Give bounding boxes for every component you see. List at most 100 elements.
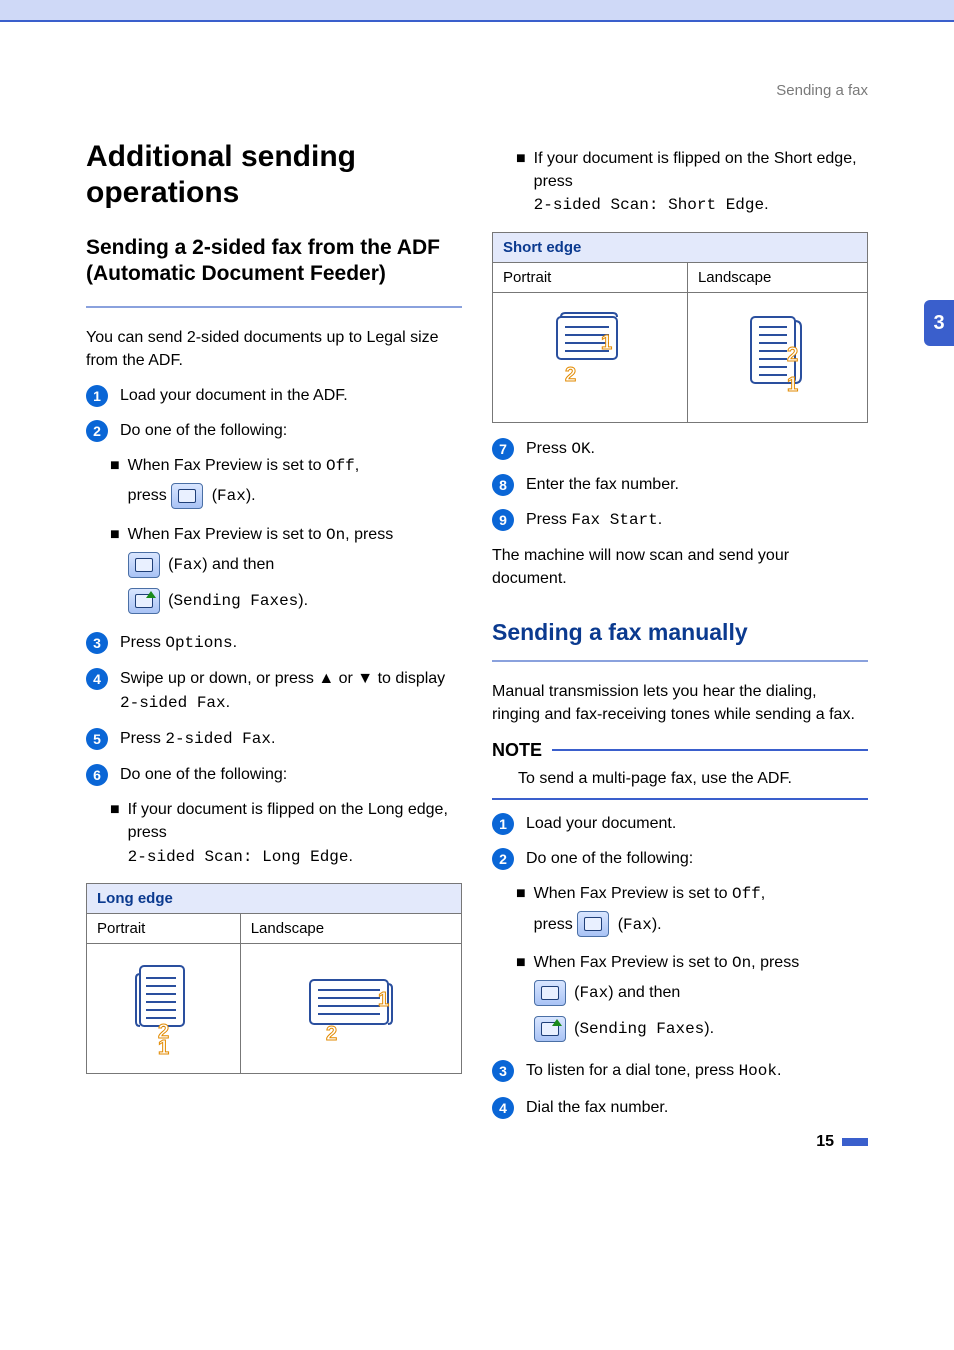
svg-text:2: 2: [326, 1023, 337, 1045]
sec2-step3-pre: To listen for a dial tone, press: [526, 1062, 739, 1079]
step2-bullet-b: ■ When Fax Preview is set to On, press (…: [110, 523, 462, 620]
step6-bullet-b: ■ If your document is flipped on the Sho…: [516, 147, 868, 218]
step-7: 7 Press OK.: [492, 437, 868, 461]
s2a-post: ,: [355, 457, 359, 474]
step-badge-7: 7: [492, 438, 514, 460]
step9-mono: Fax Start: [571, 511, 657, 529]
step-1-text: Load your document in the ADF.: [120, 384, 462, 407]
step3-pre: Press: [120, 634, 165, 651]
sec2-s2a-press: press: [534, 916, 578, 933]
running-header: Sending a fax: [86, 82, 868, 99]
step-badge-1: 1: [492, 813, 514, 835]
long-edge-portrait-diagram: 2 1: [87, 943, 241, 1073]
note-rule-bottom: [492, 798, 868, 800]
s6a-text: If your document is flipped on the Long …: [128, 801, 448, 841]
left-column: Additional sending operations Sending a …: [86, 139, 462, 1131]
step-badge-5: 5: [86, 728, 108, 750]
down-arrow-icon: ▼: [357, 670, 373, 687]
page-number: 15: [816, 1133, 834, 1151]
sec2-step3-mono: Hook: [739, 1062, 777, 1080]
sec2-s2b-send: Sending Faxes: [579, 1020, 704, 1038]
sec2-s2b-on: On: [732, 954, 751, 972]
s2a-fax: Fax: [217, 487, 246, 505]
sec2-s2a-fax: Fax: [623, 916, 652, 934]
step-badge-1: 1: [86, 385, 108, 407]
step4-mono: 2-sided Fax: [120, 694, 226, 712]
up-arrow-icon: ▲: [318, 670, 334, 687]
step-badge-9: 9: [492, 509, 514, 531]
step-badge-4: 4: [492, 1097, 514, 1119]
svg-text:1: 1: [378, 989, 389, 1011]
sec2-s2b-post: , press: [751, 954, 799, 971]
s2b-post: , press: [345, 526, 393, 543]
sec2-s2b-pre: When Fax Preview is set to: [534, 954, 732, 971]
section2-rule: [492, 660, 868, 662]
step-1: 1 Load your document in the ADF.: [86, 384, 462, 407]
step4-b: to display: [373, 670, 445, 687]
fax-icon: [171, 483, 203, 509]
section1-rule: [86, 306, 462, 308]
svg-text:1: 1: [787, 374, 798, 396]
fax-icon: [534, 980, 566, 1006]
step-badge-4: 4: [86, 668, 108, 690]
long-edge-col1: Portrait: [87, 913, 241, 943]
window-top-band: [0, 0, 954, 20]
square-bullet-icon: ■: [516, 147, 526, 218]
s2a-pre: When Fax Preview is set to: [128, 457, 326, 474]
step7-pre: Press: [526, 440, 571, 457]
sec2-step-4: 4 Dial the fax number.: [492, 1096, 868, 1119]
step7-mono: OK: [571, 440, 590, 458]
sec2-step4-text: Dial the fax number.: [526, 1096, 868, 1119]
svg-text:2: 2: [787, 344, 798, 366]
step-6: 6 Do one of the following:: [86, 763, 462, 786]
short-edge-col2: Landscape: [687, 262, 867, 292]
step9-pre: Press: [526, 511, 571, 528]
step-6-text: Do one of the following:: [120, 763, 462, 786]
fax-icon: [577, 911, 609, 937]
sec2-s2b-fax: Fax: [579, 984, 608, 1002]
section2-intro: Manual transmission lets you hear the di…: [492, 680, 868, 726]
step-3: 3 Press Options.: [86, 631, 462, 655]
section1-intro: You can send 2-sided documents up to Leg…: [86, 326, 462, 372]
step6-bullet-a: ■ If your document is flipped on the Lon…: [110, 798, 462, 869]
s6a-mono: 2-sided Scan: Long Edge: [128, 848, 349, 866]
s6b-mono: 2-sided Scan: Short Edge: [534, 196, 764, 214]
long-edge-landscape-diagram: 1 2: [240, 943, 461, 1073]
svg-text:2: 2: [565, 364, 576, 386]
long-edge-caption: Long edge: [87, 883, 462, 913]
note-label: NOTE: [492, 740, 542, 761]
step5-mono: 2-sided Fax: [165, 730, 271, 748]
step2-bullet-a: ■ When Fax Preview is set to Off, press …: [110, 454, 462, 514]
section1-title: Sending a 2-sided fax from the ADF (Auto…: [86, 235, 462, 288]
step-badge-2: 2: [492, 848, 514, 870]
short-edge-col1: Portrait: [493, 262, 688, 292]
step-9: 9 Press Fax Start.: [492, 508, 868, 532]
step-5: 5 Press 2-sided Fax.: [86, 727, 462, 751]
svg-text:1: 1: [158, 1037, 169, 1056]
sec2-step1-text: Load your document.: [526, 812, 868, 835]
step-badge-3: 3: [492, 1060, 514, 1082]
sending-faxes-icon: [128, 588, 160, 614]
sec2-s2a-pre: When Fax Preview is set to: [534, 885, 732, 902]
s2a-off: Off: [326, 457, 355, 475]
sec2-s2a-off: Off: [732, 885, 761, 903]
square-bullet-icon: ■: [110, 454, 120, 514]
short-edge-portrait-diagram: 1 2: [493, 292, 688, 422]
note-rule-top: [552, 749, 868, 751]
step-badge-2: 2: [86, 420, 108, 442]
step3-mono: Options: [165, 634, 232, 652]
section2-title: Sending a fax manually: [492, 619, 868, 646]
note-body: To send a multi-page fax, use the ADF.: [518, 767, 868, 790]
page-title: Additional sending operations: [86, 139, 462, 211]
page-number-row: 15: [816, 1133, 868, 1151]
step-badge-3: 3: [86, 632, 108, 654]
step4-mid: or: [334, 670, 357, 687]
fax-icon: [128, 552, 160, 578]
sec2-step-3: 3 To listen for a dial tone, press Hook.: [492, 1059, 868, 1083]
sec2-step-2: 2 Do one of the following:: [492, 847, 868, 870]
step-badge-8: 8: [492, 474, 514, 496]
page-body: Sending a fax Additional sending operati…: [0, 22, 954, 1181]
step-8: 8 Enter the fax number.: [492, 473, 868, 496]
page-number-bar: [842, 1138, 868, 1146]
step-badge-6: 6: [86, 764, 108, 786]
